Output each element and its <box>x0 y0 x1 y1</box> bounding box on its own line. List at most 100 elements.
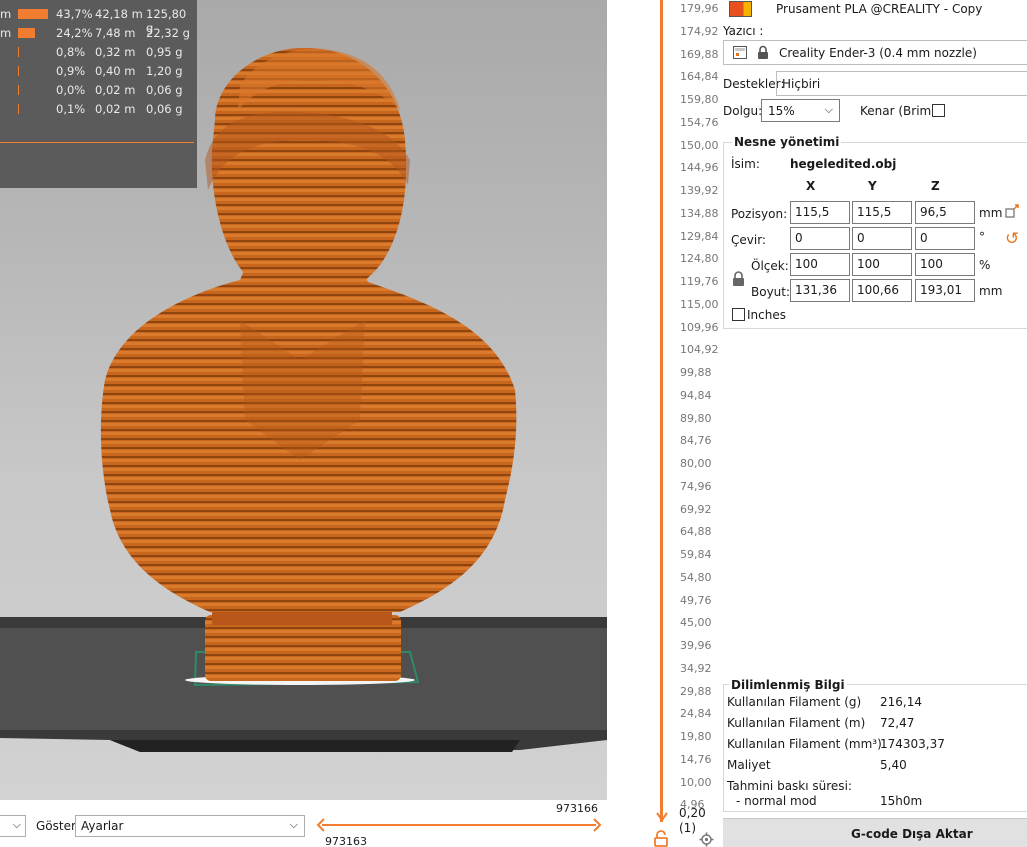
stats-meters: 7,48 m <box>95 26 136 40</box>
axis-x-header: X <box>806 179 816 193</box>
layer-height-tick: 169,88 <box>680 47 719 61</box>
layer-slider-track[interactable] <box>660 0 663 822</box>
rotation-z-input[interactable]: 0 <box>915 227 975 250</box>
scale-z-input[interactable]: 100 <box>915 253 975 276</box>
layer-height-tick: 14,76 <box>680 752 712 766</box>
lock-icon <box>758 45 768 59</box>
layer-height-tick: 129,84 <box>680 229 719 243</box>
scale-x-input[interactable]: 100 <box>790 253 850 276</box>
export-gcode-button[interactable]: G-code Dışa Aktar <box>723 818 1027 847</box>
stats-percent: 43,7% <box>56 7 93 21</box>
stats-meters: 0,32 m <box>95 45 136 59</box>
brim-checkbox[interactable] <box>932 104 945 117</box>
drop-to-bed-icon[interactable] <box>1005 204 1019 218</box>
printer-name: Creality Ender-3 (0.4 mm nozzle) <box>779 46 977 60</box>
stats-row: 0,9% 0,40 m 1,20 g <box>0 62 197 80</box>
printer-label: Yazıcı : <box>723 24 764 38</box>
reset-rotation-icon[interactable]: ↺ <box>1005 229 1019 249</box>
layer-height-tick: 144,96 <box>680 161 719 175</box>
stats-row: m 43,7% 42,18 m 125,80 g <box>0 5 197 35</box>
export-gcode-label: G-code Dışa Aktar <box>851 827 973 841</box>
layer-height-tick: 19,80 <box>680 730 712 743</box>
filament-color-swatch[interactable] <box>729 1 752 17</box>
layer-slider-handle-icon[interactable] <box>656 812 668 822</box>
stats-unit: m <box>0 7 12 21</box>
stats-grams: 0,06 g <box>146 83 183 97</box>
horizontal-slider[interactable] <box>316 817 602 833</box>
rotation-y-input[interactable]: 0 <box>852 227 912 250</box>
layer-height-tick: 39,96 <box>680 639 712 652</box>
layer-height-tick: 10,00 <box>680 775 712 789</box>
inches-checkbox[interactable] <box>732 308 745 321</box>
rotation-unit: ° <box>979 230 985 244</box>
3d-viewport[interactable]: m 43,7% 42,18 m 125,80 g m 24,2% 7,48 m … <box>0 0 607 800</box>
layer-height-tick: 104,92 <box>680 343 719 357</box>
size-unit: mm <box>979 284 1003 298</box>
print-bed-edge <box>110 740 520 752</box>
position-unit: mm <box>979 206 1003 220</box>
infill-select[interactable]: 15% ⌵ <box>761 99 840 122</box>
filament-preset[interactable]: Prusament PLA @CREALITY - Copy <box>776 2 982 16</box>
layer-height-tick: 59,84 <box>680 548 712 561</box>
stats-bar <box>18 47 19 57</box>
position-label: Pozisyon: <box>731 207 788 221</box>
layer-slider-value: 0,20 <box>679 806 706 820</box>
object-name: hegeledited.obj <box>790 157 897 171</box>
supports-value: Hiçbiri <box>782 77 821 91</box>
sliced-info-value: 5,40 <box>880 758 907 772</box>
stats-bar <box>18 104 19 114</box>
chevron-down-icon: ⌵ <box>12 818 21 831</box>
supports-select[interactable]: Hiçbiri <box>776 71 1027 96</box>
sliced-info-label: Kullanılan Filament (mm³) <box>727 737 882 751</box>
layer-height-tick: 64,88 <box>680 525 712 539</box>
layer-height-tick: 179,96 <box>680 2 719 15</box>
stats-percent: 0,8% <box>56 45 86 59</box>
brim-label: Kenar (Brim): <box>860 104 940 118</box>
object-manipulation-title: Nesne yönetimi <box>732 135 842 149</box>
show-select-value: Ayarlar <box>81 819 124 833</box>
chevron-down-icon: ⌵ <box>824 103 833 116</box>
scale-unit: % <box>979 258 991 272</box>
size-y-input[interactable]: 100,66 <box>852 279 912 302</box>
horizontal-slider-lower-value: 973163 <box>325 835 367 847</box>
layer-height-tick: 139,92 <box>680 184 719 197</box>
layer-height-tick: 150,00 <box>680 138 719 152</box>
axis-z-header: Z <box>931 179 940 193</box>
unlock-icon[interactable] <box>653 830 669 847</box>
stats-grams: 22,32 g <box>146 26 190 40</box>
stats-meters: 0,02 m <box>95 83 136 97</box>
axis-y-header: Y <box>868 179 877 193</box>
position-y-input[interactable]: 115,5 <box>852 201 912 224</box>
layer-height-tick: 45,00 <box>680 616 712 630</box>
stats-bar <box>18 66 19 76</box>
show-select[interactable]: Ayarlar ⌵ <box>75 815 305 837</box>
position-x-input[interactable]: 115,5 <box>790 201 850 224</box>
stats-divider <box>0 142 194 143</box>
chevron-down-icon: ⌵ <box>289 818 298 831</box>
rotation-label: Çevir: <box>731 233 766 247</box>
size-z-input[interactable]: 193,01 <box>915 279 975 302</box>
stats-grams: 0,95 g <box>146 45 183 59</box>
scale-y-input[interactable]: 100 <box>852 253 912 276</box>
size-label: Boyut: <box>751 285 791 299</box>
gear-icon[interactable] <box>699 832 714 847</box>
layer-height-tick: 134,88 <box>680 206 719 220</box>
layer-height-tick: 24,84 <box>680 707 712 721</box>
view-type-select[interactable]: ⌵ <box>0 815 26 837</box>
sliced-info-label: Kullanılan Filament (m) <box>727 716 866 730</box>
layer-height-tick: 69,92 <box>680 502 712 516</box>
size-x-input[interactable]: 131,36 <box>790 279 850 302</box>
layer-height-tick: 109,96 <box>680 320 719 334</box>
layer-height-tick: 154,76 <box>680 115 719 129</box>
stats-row: 0,8% 0,32 m 0,95 g <box>0 43 197 61</box>
scale-lock-icon[interactable] <box>732 271 745 287</box>
printer-select[interactable]: Creality Ender-3 (0.4 mm nozzle) <box>723 40 1027 65</box>
sliced-info-value: 216,14 <box>880 695 922 709</box>
stats-percent: 24,2% <box>56 26 93 40</box>
horizontal-slider-upper-value: 973166 <box>556 802 598 815</box>
sliced-info-title: Dilimlenmiş Bilgi <box>729 678 847 692</box>
sliced-info-label: Tahmini baskı süresi: <box>727 779 852 793</box>
rotation-x-input[interactable]: 0 <box>790 227 850 250</box>
position-z-input[interactable]: 96,5 <box>915 201 975 224</box>
layer-height-tick: 49,76 <box>680 593 712 607</box>
